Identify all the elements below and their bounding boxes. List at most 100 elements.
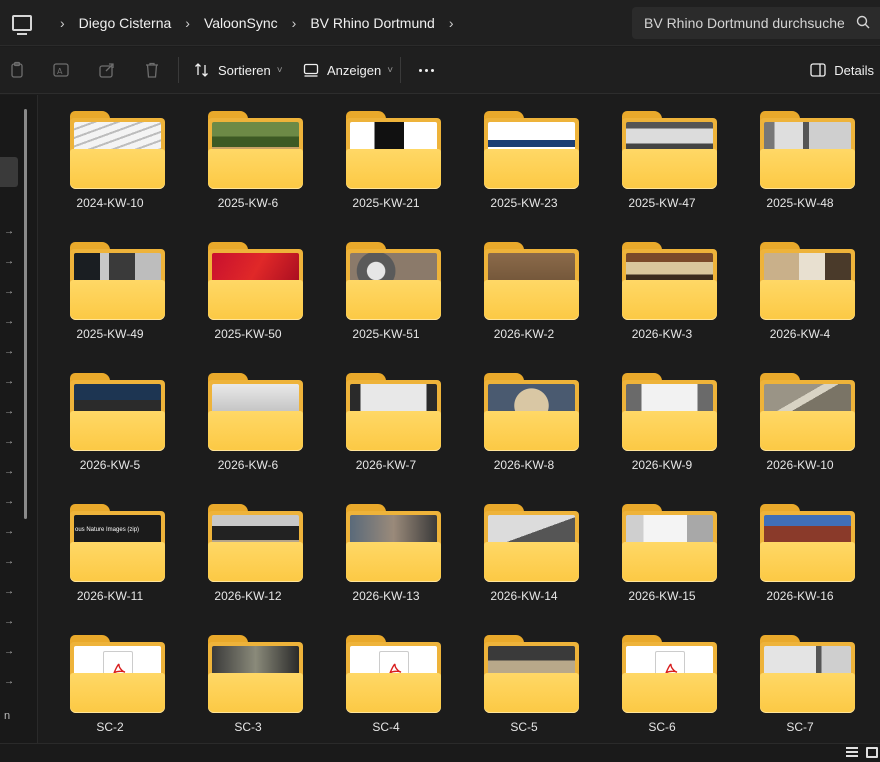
folder-name: SC-7 bbox=[786, 720, 814, 734]
folder-item[interactable]: SC-6 bbox=[598, 619, 726, 743]
folder-name: SC-3 bbox=[234, 720, 262, 734]
folder-icon bbox=[208, 111, 303, 190]
folder-item[interactable]: 2026-KW-5 bbox=[46, 357, 174, 485]
folder-name: 2026-KW-8 bbox=[493, 458, 555, 472]
folder-icon bbox=[208, 373, 303, 452]
folder-icon bbox=[760, 111, 855, 190]
svg-text:A: A bbox=[57, 67, 63, 76]
rename-icon[interactable]: A bbox=[52, 61, 70, 79]
folder-item[interactable]: SC-4 bbox=[322, 619, 450, 743]
chevron-down-icon: ˅ bbox=[387, 64, 394, 76]
folder-item[interactable]: 2026-KW-9 bbox=[598, 357, 726, 485]
navigation-item-label: n bbox=[4, 710, 11, 722]
search-box bbox=[632, 7, 880, 39]
pin-icon: → bbox=[4, 406, 14, 417]
folder-name: SC-2 bbox=[96, 720, 124, 734]
folder-item[interactable]: 2026-KW-16 bbox=[736, 488, 864, 616]
folder-item[interactable]: SC-2 bbox=[46, 619, 174, 743]
folder-icon bbox=[484, 111, 579, 190]
pin-icon: → bbox=[4, 226, 14, 237]
folder-name: 2025-KW-50 bbox=[214, 327, 282, 341]
folder-item[interactable]: 2024-KW-10 bbox=[46, 95, 174, 223]
view-label: Anzeigen bbox=[327, 62, 382, 78]
folder-name: 2026-KW-7 bbox=[355, 458, 417, 472]
folder-grid: 2024-KW-10 2025-KW-6 2025-KW-21 2025-KW-23 2… bbox=[38, 95, 880, 743]
folder-item[interactable]: 2025-KW-6 bbox=[184, 95, 312, 223]
this-pc-icon[interactable] bbox=[12, 14, 32, 35]
folder-item[interactable]: 2025-KW-51 bbox=[322, 226, 450, 354]
chevron-right-icon[interactable]: › bbox=[185, 15, 190, 31]
chevron-right-icon[interactable]: › bbox=[292, 15, 297, 31]
folder-icon: ous Nature Images (zip) bbox=[70, 504, 165, 583]
folder-item[interactable]: SC-5 bbox=[460, 619, 588, 743]
folder-item[interactable]: SC-7 bbox=[736, 619, 864, 743]
folder-icon bbox=[760, 373, 855, 452]
folder-name: 2026-KW-4 bbox=[769, 327, 831, 341]
paste-icon[interactable] bbox=[8, 61, 26, 79]
folder-icon bbox=[622, 373, 717, 452]
folder-item[interactable]: 2025-KW-23 bbox=[460, 95, 588, 223]
folder-item[interactable]: 2026-KW-8 bbox=[460, 357, 588, 485]
pin-icon: → bbox=[4, 586, 14, 597]
details-label: Details bbox=[834, 62, 874, 78]
chevron-right-icon[interactable]: › bbox=[60, 15, 65, 31]
folder-name: 2026-KW-3 bbox=[631, 327, 693, 341]
folder-item[interactable]: 2026-KW-12 bbox=[184, 488, 312, 616]
folder-item[interactable]: 2025-KW-50 bbox=[184, 226, 312, 354]
folder-item[interactable]: 2026-KW-10 bbox=[736, 357, 864, 485]
view-button[interactable]: Anzeigen ˅ bbox=[303, 59, 393, 81]
folder-name: SC-5 bbox=[510, 720, 538, 734]
sort-label: Sortieren bbox=[218, 62, 271, 78]
folder-item[interactable]: 2025-KW-49 bbox=[46, 226, 174, 354]
folder-icon bbox=[622, 111, 717, 190]
folder-item[interactable]: 2026-KW-6 bbox=[184, 357, 312, 485]
more-options-button[interactable] bbox=[414, 59, 438, 81]
pin-icon: → bbox=[4, 496, 14, 507]
search-icon[interactable] bbox=[856, 15, 870, 29]
navigation-selected-item[interactable] bbox=[0, 157, 18, 187]
folder-item[interactable]: ous Nature Images (zip) 2026-KW-11 bbox=[46, 488, 174, 616]
folder-icon bbox=[346, 373, 441, 452]
folder-icon bbox=[484, 635, 579, 714]
chevron-right-icon[interactable]: › bbox=[449, 15, 454, 31]
breadcrumb: › Diego Cisterna › ValoonSync › BV Rhino… bbox=[46, 15, 468, 31]
breadcrumb-item-current[interactable]: BV Rhino Dortmund bbox=[310, 15, 435, 31]
details-view-icon[interactable] bbox=[846, 747, 858, 758]
folder-item[interactable]: 2026-KW-7 bbox=[322, 357, 450, 485]
folder-icon bbox=[346, 635, 441, 714]
folder-item[interactable]: SC-3 bbox=[184, 619, 312, 743]
breadcrumb-item-sync[interactable]: ValoonSync bbox=[204, 15, 278, 31]
folder-item[interactable]: 2026-KW-13 bbox=[322, 488, 450, 616]
pin-icon: → bbox=[4, 286, 14, 297]
folder-icon bbox=[760, 504, 855, 583]
large-icons-view-icon[interactable] bbox=[866, 747, 878, 758]
folder-name: 2026-KW-14 bbox=[490, 589, 558, 603]
folder-name: 2025-KW-6 bbox=[217, 196, 279, 210]
folder-name: 2024-KW-10 bbox=[76, 196, 144, 210]
folder-name: 2025-KW-23 bbox=[490, 196, 558, 210]
pin-icon: → bbox=[4, 616, 14, 627]
folder-item[interactable]: 2026-KW-4 bbox=[736, 226, 864, 354]
folder-item[interactable]: 2025-KW-21 bbox=[322, 95, 450, 223]
pin-icon: → bbox=[4, 646, 14, 657]
folder-item[interactable]: 2025-KW-48 bbox=[736, 95, 864, 223]
sort-button[interactable]: Sortieren ˅ bbox=[194, 59, 283, 81]
folder-item[interactable]: 2025-KW-47 bbox=[598, 95, 726, 223]
folder-item[interactable]: 2026-KW-15 bbox=[598, 488, 726, 616]
details-pane-button[interactable]: Details bbox=[810, 59, 874, 81]
folder-icon bbox=[760, 242, 855, 321]
folder-item[interactable]: 2026-KW-3 bbox=[598, 226, 726, 354]
share-icon[interactable] bbox=[98, 61, 116, 79]
navigation-scrollbar[interactable] bbox=[24, 109, 27, 519]
pin-icon: → bbox=[4, 376, 14, 387]
folder-icon bbox=[70, 111, 165, 190]
folder-name: 2025-KW-51 bbox=[352, 327, 420, 341]
breadcrumb-item-user[interactable]: Diego Cisterna bbox=[79, 15, 172, 31]
folder-icon bbox=[346, 111, 441, 190]
folder-item[interactable]: 2026-KW-2 bbox=[460, 226, 588, 354]
address-bar: › Diego Cisterna › ValoonSync › BV Rhino… bbox=[0, 0, 880, 46]
folder-icon bbox=[70, 242, 165, 321]
delete-icon[interactable] bbox=[143, 61, 161, 79]
search-input[interactable] bbox=[644, 15, 844, 31]
folder-item[interactable]: 2026-KW-14 bbox=[460, 488, 588, 616]
